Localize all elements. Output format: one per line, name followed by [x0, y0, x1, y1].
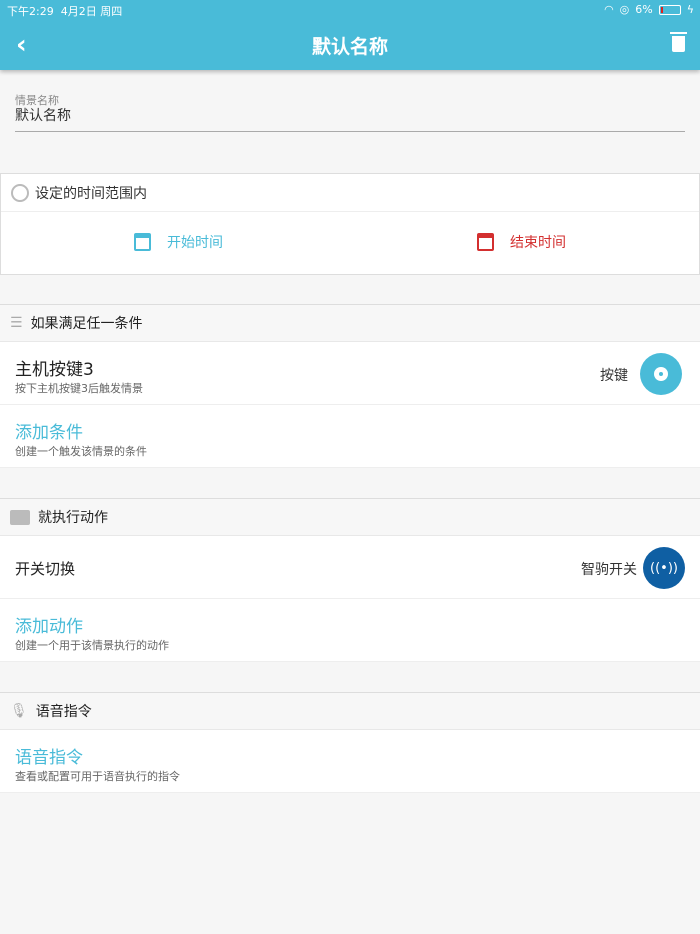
clock-icon: [11, 183, 29, 202]
battery-percent: 6%: [635, 3, 653, 16]
time-range-title: 设定的时间范围内: [35, 185, 147, 202]
actions-header: 就执行动作: [0, 498, 700, 536]
voice-command-item[interactable]: 语音指令 查看或配置可用于语音执行的指令: [0, 730, 700, 793]
voice-header: 🎙 语音指令: [0, 692, 700, 730]
battery-icon: [658, 4, 681, 15]
date: 4月2日 周四: [60, 5, 123, 18]
lock-rotation-icon: ◎: [619, 3, 630, 16]
voice-command-subtitle: 查看或配置可用于语音执行的指令: [15, 770, 180, 783]
add-action-button[interactable]: 添加动作 创建一个用于该情景执行的动作: [0, 599, 700, 662]
end-time-label: 结束时间: [510, 235, 566, 251]
start-time-label: 开始时间: [167, 235, 223, 251]
add-action-title: 添加动作: [15, 617, 83, 637]
action-item[interactable]: 开关切换 智驹开关 ((•)): [0, 536, 700, 599]
voice-title: 语音指令: [35, 704, 92, 720]
button-icon: [640, 353, 682, 395]
condition-type: 按键: [600, 368, 628, 384]
delete-button[interactable]: [670, 32, 687, 52]
add-condition-title: 添加条件: [15, 423, 83, 443]
time: 下午2:29: [7, 5, 54, 18]
name-underline: [15, 131, 685, 132]
end-time-button[interactable]: 结束时间: [477, 232, 566, 252]
conditions-header: ☰ 如果满足任一条件: [0, 304, 700, 342]
condition-subtitle: 按下主机按键3后触发情景: [15, 382, 143, 395]
status-icons: ◠ ◎ 6% ϟ: [604, 3, 694, 16]
voice-command-title: 语音指令: [15, 748, 83, 768]
name-input[interactable]: 默认名称: [15, 105, 71, 125]
switch-signal-icon: ((•)): [643, 547, 685, 589]
condition-item[interactable]: 主机按键3 按下主机按键3后触发情景 按键: [0, 342, 700, 405]
start-time-button[interactable]: 开始时间: [134, 232, 223, 252]
add-condition-button[interactable]: 添加条件 创建一个触发该情景的条件: [0, 405, 700, 468]
actions-title: 就执行动作: [38, 510, 108, 526]
lines-icon: ☰: [10, 315, 23, 331]
condition-title: 主机按键3: [15, 360, 94, 380]
calendar-icon: [134, 233, 151, 251]
action-type: 智驹开关: [581, 562, 637, 578]
add-condition-subtitle: 创建一个触发该情景的条件: [15, 445, 147, 458]
wifi-icon: ◠: [604, 3, 614, 16]
action-title: 开关切换: [15, 560, 76, 578]
screen-icon: [10, 509, 30, 525]
add-action-subtitle: 创建一个用于该情景执行的动作: [15, 639, 169, 652]
charging-icon: ϟ: [686, 3, 694, 16]
calendar-icon: [477, 233, 494, 251]
time-range-card: 设定的时间范围内 开始时间 结束时间: [0, 173, 700, 275]
microphone-icon: 🎙: [10, 703, 28, 719]
conditions-title: 如果满足任一条件: [30, 316, 143, 332]
status-time: 下午2:29 4月2日 周四: [7, 3, 122, 19]
page-title: 默认名称: [311, 36, 388, 58]
app-bar: 下午2:29 4月2日 周四 ◠ ◎ 6% ϟ ‹ 默认名称: [0, 0, 700, 70]
